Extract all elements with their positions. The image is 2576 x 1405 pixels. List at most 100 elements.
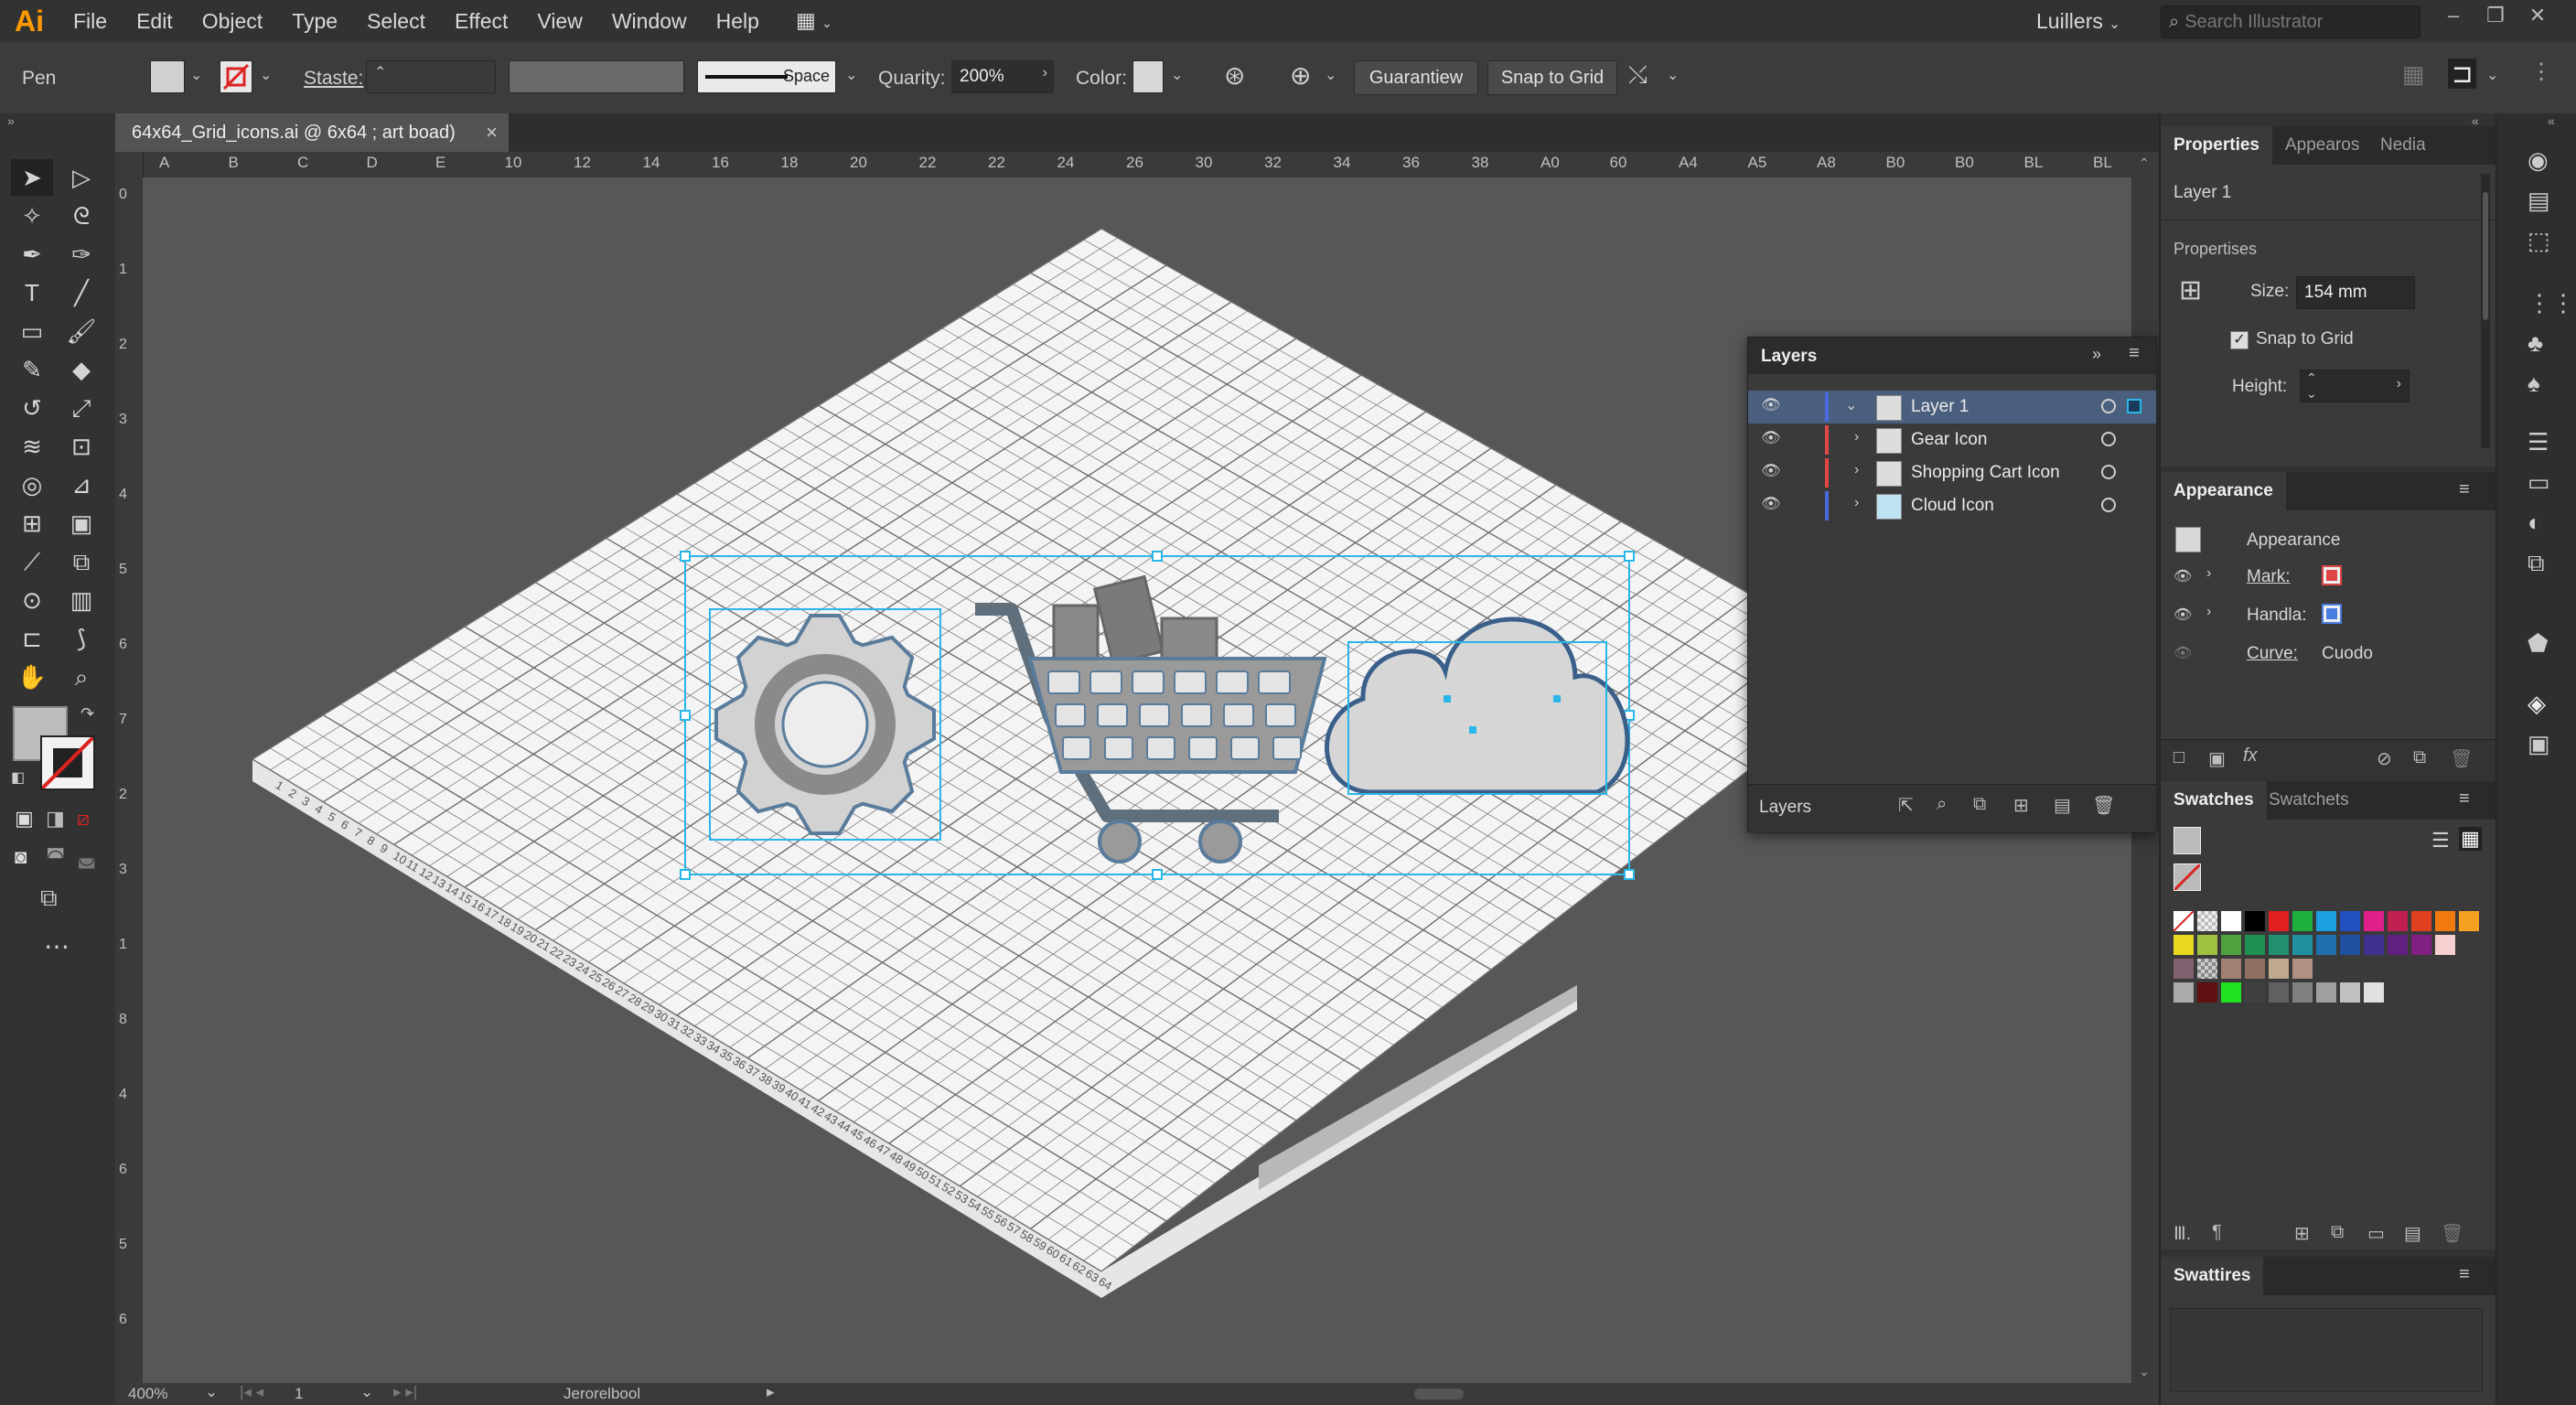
expand-panels-icon[interactable]: « (2548, 113, 2555, 128)
chevron-right-icon[interactable]: › (1854, 495, 1859, 511)
stroke-swatch-indicator[interactable] (2173, 863, 2202, 892)
snap-to-grid-button[interactable]: Snap to Grid (1487, 60, 1617, 95)
color-swatch[interactable] (2245, 959, 2265, 979)
clear-appearance-icon[interactable]: ⊘ (2377, 747, 2392, 770)
graphic-styles-panel-icon[interactable]: ⬟ (2528, 629, 2549, 658)
target-circle-icon[interactable] (2101, 399, 2116, 413)
eraser-tool-icon[interactable]: ◆ (60, 351, 102, 388)
show-kinds-icon[interactable]: ¶ (2212, 1222, 2222, 1243)
pen-tool-icon[interactable]: ✒ (11, 236, 53, 273)
last-page-icon[interactable]: ▸ ▸| (393, 1383, 417, 1401)
type-tool-icon[interactable]: T (11, 274, 53, 311)
screen-mode-icon[interactable]: ⧉ (40, 884, 58, 913)
visibility-eye-icon[interactable]: 👁 (2174, 644, 2192, 662)
workspace-switcher[interactable]: Luillers ⌄ (2036, 0, 2120, 42)
handla-label[interactable]: Handla: (2247, 606, 2307, 626)
add-effect-icon[interactable]: fx (2243, 745, 2258, 767)
color-swatch[interactable] (2269, 959, 2289, 979)
target-circle-icon[interactable] (2101, 498, 2116, 512)
color-swatch[interactable] (2221, 959, 2241, 979)
selection-handle[interactable] (680, 869, 691, 880)
visibility-eye-icon[interactable]: 👁 (1761, 462, 1781, 480)
color-swatch[interactable] (2292, 935, 2313, 955)
layers-panel-header[interactable]: Layers » ≡ (1748, 338, 2156, 374)
color-swatch[interactable] (2459, 911, 2479, 931)
gradient-tool-icon[interactable]: ▣ (60, 505, 102, 542)
tab-appearance[interactable]: Appearance (2161, 472, 2286, 510)
horizontal-ruler[interactable]: A B C D E 10 12 14 16 18 20 22 22 24 26 30 32 34 36 38 A0 60 A… (143, 152, 2131, 178)
target-circle-icon[interactable] (2101, 465, 2116, 479)
list-view-icon[interactable]: ☰ (2431, 829, 2450, 853)
color-swatch[interactable] (2340, 935, 2360, 955)
color-swatch[interactable] (2316, 982, 2336, 1003)
chevron-down-icon[interactable]: ⌄ (845, 66, 857, 84)
hand-tool-icon[interactable]: ✋ (11, 659, 53, 695)
new-color-group-icon[interactable]: ⧉ (2331, 1222, 2344, 1243)
color-swatch[interactable] (2316, 935, 2336, 955)
color-swatch[interactable] (2221, 935, 2241, 955)
color-swatch[interactable] (2292, 982, 2313, 1003)
none-mode-icon[interactable]: ⧄ (77, 807, 90, 831)
tab-swatches[interactable]: Swatches (2161, 781, 2267, 820)
menu-type[interactable]: Type (277, 0, 352, 42)
color-swatch[interactable] (2197, 935, 2217, 955)
reference-point-icon[interactable]: ⊞ (2179, 274, 2202, 306)
tab-swattires[interactable]: Swattires (2161, 1257, 2264, 1295)
chevron-down-icon[interactable]: ⌄ (2486, 66, 2498, 84)
width-tool-icon[interactable]: ≋ (11, 428, 53, 465)
swap-colors-icon[interactable]: ↷ (80, 704, 94, 724)
color-swatch[interactable] (2411, 935, 2431, 955)
panel-grid-icon[interactable]: ▦ (2402, 60, 2425, 89)
horizontal-scrollbar[interactable] (801, 1387, 2119, 1401)
panel-menu-icon[interactable]: ≡ (2129, 343, 2140, 364)
eyedropper-tool-icon[interactable]: ⟋ (11, 543, 53, 580)
selected-art-indicator[interactable] (2127, 399, 2141, 413)
layer-row-layer-1[interactable]: 👁 ⌄ Layer 1 (1748, 391, 2156, 424)
none-swatch[interactable] (2173, 910, 2195, 932)
transparency-panel-icon[interactable]: ◐ (2528, 509, 2542, 537)
status-arrow-icon[interactable]: ▸ (767, 1383, 775, 1401)
export-icon[interactable]: ⇱ (1898, 794, 1914, 817)
draw-behind-icon[interactable]: ◚ (46, 845, 65, 869)
chevron-down-icon[interactable]: ⌄ (260, 66, 272, 84)
rectangle-tool-icon[interactable]: ▭ (11, 313, 53, 349)
new-sublayer-icon[interactable]: ⊞ (2013, 794, 2029, 817)
document-tab[interactable]: 64x64_Grid_icons.ai @ 6x64 ; art boad) × (115, 113, 509, 152)
chevron-down-icon[interactable]: ⌄ (360, 1383, 373, 1401)
new-stroke-icon[interactable]: □ (2174, 747, 2184, 768)
selection-handle[interactable] (680, 710, 691, 721)
quantity-input[interactable]: 200% › (951, 60, 1054, 93)
more-tools-icon[interactable]: ⋯ (44, 931, 70, 961)
shape-builder-tool-icon[interactable]: ◎ (11, 467, 53, 503)
selection-tool-icon[interactable]: ➤ (11, 159, 53, 196)
color-swatch[interactable] (2292, 911, 2313, 931)
draw-normal-icon[interactable]: ◙ (15, 845, 27, 869)
panel-menu-icon[interactable]: ≡ (2459, 1264, 2470, 1285)
paintbrush-tool-icon[interactable]: 🖌 (60, 313, 102, 349)
selection-handle[interactable] (680, 551, 691, 562)
restore-icon[interactable]: ❐ (2475, 0, 2516, 33)
fill-swatch[interactable] (150, 60, 185, 93)
color-swatch[interactable] (2435, 911, 2455, 931)
color-swatch[interactable] (2221, 982, 2241, 1003)
libraries-panel-icon[interactable]: ▣ (2528, 730, 2550, 758)
close-tab-icon[interactable]: × (486, 113, 498, 152)
chevron-right-icon[interactable]: › (1854, 429, 1859, 445)
free-transform-tool-icon[interactable]: ⊡ (60, 428, 102, 465)
menu-edit[interactable]: Edit (122, 0, 188, 42)
height-stepper[interactable]: ⌃ ⌄ › (2300, 370, 2410, 402)
visibility-eye-icon[interactable]: 👁 (2174, 606, 2192, 624)
symbol-sprayer-tool-icon[interactable]: ⊙ (11, 582, 53, 618)
default-colors-icon[interactable]: ◧ (11, 768, 25, 787)
brush-definition[interactable]: Space (697, 60, 836, 93)
layer-name[interactable]: Cloud Icon (1911, 496, 1994, 516)
clipping-mask-icon[interactable]: ⧉ (1973, 794, 1986, 815)
grid-view-icon[interactable]: ▦ (2459, 827, 2482, 851)
chevron-down-icon[interactable]: ⌄ (190, 66, 202, 84)
color-swatch[interactable] (2388, 935, 2408, 955)
scale-tool-icon[interactable]: ⤢ (60, 390, 102, 426)
panel-menu-icon[interactable]: ≡ (2459, 479, 2470, 500)
collapse-icon[interactable]: » (7, 113, 15, 128)
color-panel-icon[interactable]: ◉ (2528, 146, 2549, 175)
tab-appearos[interactable]: Appearos (2272, 126, 2372, 165)
